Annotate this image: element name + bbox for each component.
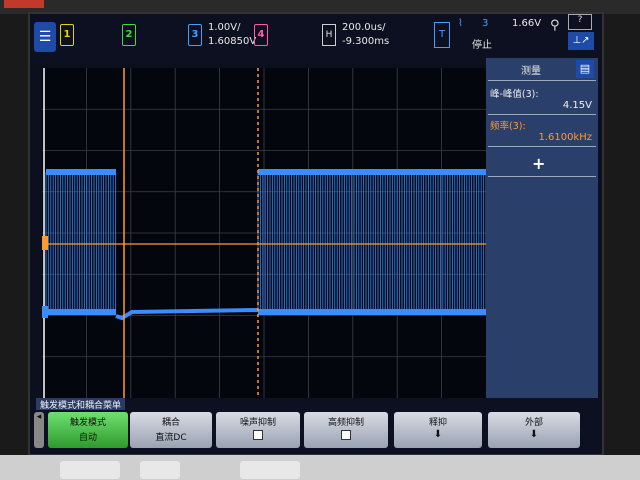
menu-back-icon[interactable]: ◂ bbox=[34, 412, 44, 448]
trigger-level: 1.66V bbox=[512, 18, 542, 29]
external-key[interactable]: 外部 ⬇ bbox=[488, 412, 580, 448]
trigger-edge-button[interactable]: ⊥↗ bbox=[568, 32, 594, 50]
holdoff-key[interactable]: 释抑 ⬇ bbox=[394, 412, 482, 448]
divider bbox=[488, 146, 596, 147]
arrow-down-icon: ⬇ bbox=[433, 429, 443, 440]
ch3-scale: 1.00V/ bbox=[208, 22, 241, 33]
main-menu-button[interactable]: ☰ bbox=[34, 22, 56, 52]
trigger-slope-icon: ⌇ bbox=[458, 18, 463, 29]
divider bbox=[488, 176, 596, 177]
trigger-mode-label: 触发模式 bbox=[69, 418, 106, 428]
trigger-level-marker bbox=[42, 236, 48, 250]
brand-logo bbox=[4, 0, 44, 8]
trigger-mode-key[interactable]: 触发模式 自动 bbox=[48, 412, 128, 448]
waveform-band bbox=[258, 309, 486, 315]
coupling-value: 直流DC bbox=[155, 433, 187, 443]
waveform-display[interactable] bbox=[42, 68, 486, 398]
softkey-bar: 触发模式和耦合菜单 ◂ 触发模式 自动 耦合 直流DC 噪声抑制 高频抑制 释抑… bbox=[30, 398, 602, 454]
trigger-mode-value: 自动 bbox=[78, 433, 97, 443]
waveform-band bbox=[46, 309, 116, 315]
waveform-band bbox=[258, 169, 486, 175]
peak-to-peak-value: 4.15V bbox=[562, 100, 592, 111]
channel-1-indicator[interactable]: 1 bbox=[60, 24, 74, 46]
arrow-down-icon: ⬇ bbox=[529, 429, 539, 440]
status-bar: ☰ 1 2 3 1.00V/ 1.60850V 4 H 200.0us/ -9.… bbox=[30, 14, 602, 64]
frequency-label: 频率(3): bbox=[490, 121, 526, 132]
help-icon[interactable]: ? bbox=[568, 14, 592, 30]
timebase-value: 200.0us/ bbox=[342, 22, 386, 33]
holdoff-label: 释抑 bbox=[428, 418, 447, 428]
measurement-menu-icon[interactable]: ▤ bbox=[576, 60, 594, 78]
divider bbox=[488, 80, 596, 81]
trigger-indicator[interactable]: T bbox=[434, 22, 450, 48]
ch3-offset: 1.60850V bbox=[208, 36, 257, 47]
coupling-key[interactable]: 耦合 直流DC bbox=[130, 412, 212, 448]
measurement-title: 测量 bbox=[521, 66, 541, 77]
oscilloscope-screen: ☰ 1 2 3 1.00V/ 1.60850V 4 H 200.0us/ -9.… bbox=[28, 12, 604, 456]
noise-reject-key[interactable]: 噪声抑制 bbox=[216, 412, 300, 448]
channel-2-indicator[interactable]: 2 bbox=[122, 24, 136, 46]
front-panel-button[interactable] bbox=[140, 461, 180, 479]
front-panel-button[interactable] bbox=[60, 461, 120, 479]
probe-icon[interactable]: ⚲ bbox=[550, 18, 566, 36]
noise-reject-label: 噪声抑制 bbox=[239, 418, 276, 428]
hf-reject-key[interactable]: 高频抑制 bbox=[304, 412, 388, 448]
delay-value: -9.300ms bbox=[342, 36, 390, 47]
horizontal-indicator[interactable]: H bbox=[322, 24, 336, 46]
acquisition-state: 停止 bbox=[472, 40, 492, 51]
waveform-band bbox=[46, 169, 116, 175]
channel-3-indicator[interactable]: 3 bbox=[188, 24, 202, 46]
noise-reject-checkbox[interactable] bbox=[253, 430, 263, 440]
ch3-ground-marker bbox=[42, 306, 48, 318]
front-panel-button[interactable] bbox=[240, 461, 300, 479]
hf-reject-checkbox[interactable] bbox=[341, 430, 351, 440]
measurement-panel: 测量 ▤ 峰-峰值(3): 4.15V 频率(3): 1.6100kHz + bbox=[486, 58, 598, 408]
hf-reject-label: 高频抑制 bbox=[327, 418, 364, 428]
coupling-label: 耦合 bbox=[161, 418, 180, 428]
peak-to-peak-label: 峰-峰值(3): bbox=[490, 89, 539, 100]
add-measurement-icon[interactable]: + bbox=[532, 154, 545, 173]
divider bbox=[488, 114, 596, 115]
softkey-menu-title: 触发模式和耦合菜单 bbox=[36, 398, 126, 411]
front-panel-buttons bbox=[0, 455, 640, 480]
channel-4-indicator[interactable]: 4 bbox=[254, 24, 268, 46]
frequency-value: 1.6100kHz bbox=[538, 132, 592, 143]
trigger-source: 3 bbox=[482, 18, 489, 29]
external-label: 外部 bbox=[524, 418, 543, 428]
